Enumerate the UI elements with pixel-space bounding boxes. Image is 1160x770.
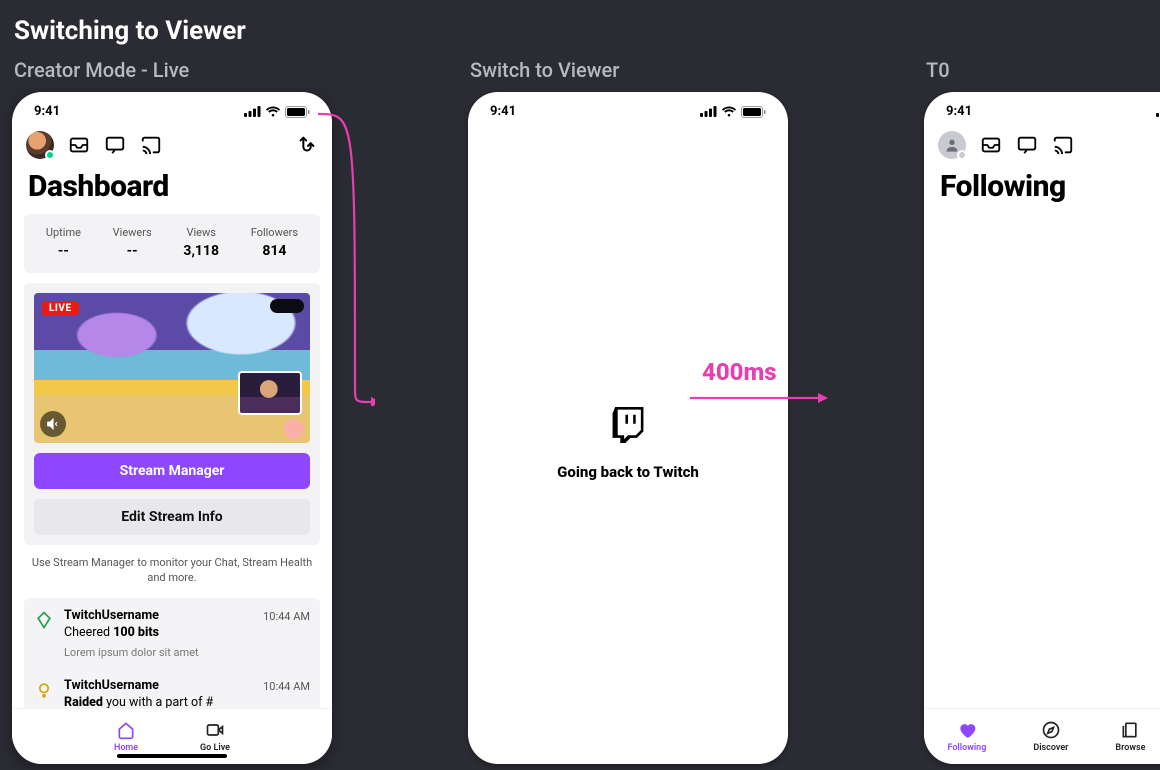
inbox-icon[interactable] (980, 134, 1002, 156)
status-time: 9:41 (490, 104, 516, 119)
stat-views: Views3,118 (183, 226, 219, 259)
feed-item[interactable]: TwitchUsername Raided you with a part of… (24, 668, 320, 708)
column-label-t0: T0 (924, 52, 1160, 92)
stream-preview[interactable]: LIVE (34, 293, 310, 443)
character-icon (284, 419, 304, 439)
chat-icon[interactable] (1016, 134, 1038, 156)
stat-followers: Followers814 (251, 226, 298, 259)
bulb-icon (34, 680, 54, 700)
diamond-icon (34, 610, 54, 630)
tab-home[interactable]: Home (114, 720, 138, 753)
column-label-creator: Creator Mode - Live (12, 52, 332, 92)
status-time: 9:41 (946, 104, 972, 119)
feed-username: TwitchUsername (64, 608, 253, 625)
phone-viewer: 9:41 Following (924, 92, 1160, 764)
inbox-icon[interactable] (68, 134, 90, 156)
edit-stream-info-button[interactable]: Edit Stream Info (34, 499, 310, 535)
mute-icon[interactable] (40, 411, 66, 437)
phone-creator: 9:41 Dashboard Uptime-- Viewers- (12, 92, 332, 764)
feed-time: 10:44 AM (263, 608, 310, 623)
screen-title: Dashboard (12, 165, 332, 214)
status-bar: 9:41 (924, 92, 1160, 123)
page-title: Switching to Viewer (0, 0, 1160, 52)
screen-title: Following (924, 165, 1160, 214)
cast-icon[interactable] (1052, 134, 1074, 156)
battery-icon (285, 106, 310, 118)
twitch-logo-icon (611, 407, 645, 447)
feed-username: TwitchUsername (64, 678, 253, 695)
duration-annotation: 400ms (702, 358, 777, 386)
tab-browse[interactable]: Browse (1115, 720, 1145, 753)
status-bar: 9:41 (12, 92, 332, 123)
battery-icon (741, 106, 766, 118)
stream-manager-button[interactable]: Stream Manager (34, 453, 310, 489)
activity-feed: TwitchUsername Cheered 100 bits Lorem ip… (24, 598, 320, 708)
home-indicator[interactable] (117, 754, 227, 758)
status-time: 9:41 (34, 104, 60, 119)
avatar[interactable] (938, 131, 966, 159)
avatar[interactable] (26, 131, 54, 159)
stream-hint: Use Stream Manager to monitor your Chat,… (24, 545, 320, 590)
switch-mode-icon[interactable] (296, 134, 318, 156)
tab-bar: Following Discover Browse Search (924, 708, 1160, 764)
tab-go-live[interactable]: Go Live (200, 720, 230, 753)
stat-viewers: Viewers-- (113, 226, 152, 259)
feed-time: 10:44 AM (263, 678, 310, 693)
stats-panel: Uptime-- Viewers-- Views3,118 Followers8… (24, 214, 320, 273)
stream-card: LIVE Stream Manager Edit Stream Info (24, 283, 320, 545)
chat-icon[interactable] (104, 134, 126, 156)
wifi-icon (721, 106, 737, 117)
transition-message: Going back to Twitch (557, 463, 699, 481)
column-label-switch: Switch to Viewer (468, 52, 788, 92)
stat-uptime: Uptime-- (46, 226, 81, 259)
live-badge: LIVE (42, 301, 79, 316)
tab-discover[interactable]: Discover (1033, 720, 1068, 753)
tab-following[interactable]: Following (947, 720, 986, 753)
feed-item[interactable]: TwitchUsername Cheered 100 bits Lorem ip… (24, 598, 320, 669)
status-bar: 9:41 (468, 92, 788, 123)
wifi-icon (265, 106, 281, 117)
cellular-icon (1156, 106, 1160, 117)
cast-icon[interactable] (140, 134, 162, 156)
quality-badge (270, 299, 304, 313)
cellular-icon (700, 106, 717, 117)
cellular-icon (244, 106, 261, 117)
webcam-pip (238, 371, 302, 415)
phone-transition: 9:41 Going back to Twitch (468, 92, 788, 764)
